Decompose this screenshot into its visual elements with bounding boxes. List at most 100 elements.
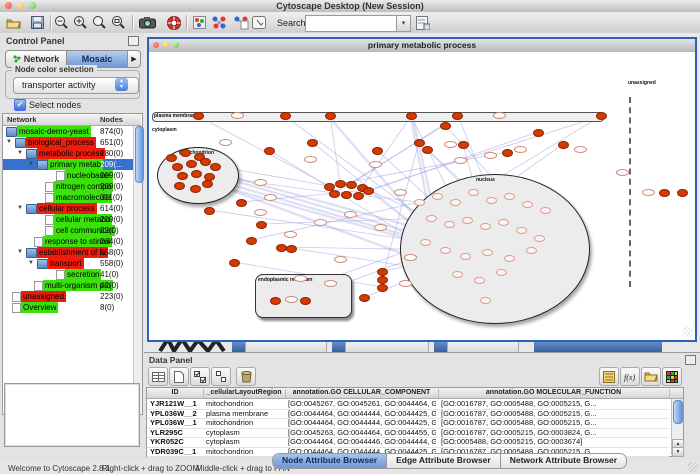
network-node-selected[interactable] xyxy=(204,207,215,215)
network-node-selected[interactable] xyxy=(246,237,257,245)
network-node-unselected[interactable] xyxy=(496,269,507,276)
network-node-unselected[interactable] xyxy=(574,146,587,153)
network-node-selected[interactable] xyxy=(280,112,291,120)
network-node-unselected[interactable] xyxy=(426,215,437,222)
float-panel-icon[interactable] xyxy=(685,355,696,365)
tree-row[interactable]: unassigned223(0) xyxy=(3,291,133,302)
dropdown-stepper-icon[interactable]: ▲▼ xyxy=(115,78,128,91)
network-node-selected[interactable] xyxy=(329,190,340,198)
network-node-unselected[interactable] xyxy=(486,197,497,204)
network-node-unselected[interactable] xyxy=(374,224,387,231)
network-node-selected[interactable] xyxy=(558,141,569,149)
network-node-unselected[interactable] xyxy=(450,199,461,206)
network-node-unselected[interactable] xyxy=(452,271,463,278)
network-node-unselected[interactable] xyxy=(420,239,431,246)
select-attributes-icon[interactable] xyxy=(148,367,168,386)
network-node-unselected[interactable] xyxy=(314,219,327,226)
network-node-unselected[interactable] xyxy=(484,152,497,159)
network-node-selected[interactable] xyxy=(359,294,370,302)
network-node-selected[interactable] xyxy=(377,276,388,284)
tree-expand-arrow-icon[interactable]: ▼ xyxy=(28,260,34,266)
vizmapper-icon[interactable] xyxy=(190,14,208,31)
tree-row[interactable]: cellular metabo209(0) xyxy=(3,214,133,225)
network-node-unselected[interactable] xyxy=(504,193,515,200)
network-node-selected[interactable] xyxy=(229,259,240,267)
network-node-unselected[interactable] xyxy=(444,221,455,228)
network-node-unselected[interactable] xyxy=(284,231,297,238)
network-node-selected[interactable] xyxy=(533,129,544,137)
network-node-unselected[interactable] xyxy=(642,189,655,196)
tab-overflow-arrow[interactable]: ▶ xyxy=(128,51,140,67)
zoom-selected-icon[interactable] xyxy=(90,14,108,31)
tree-scrollbar-thumb[interactable] xyxy=(135,126,144,183)
tree-row[interactable]: ▼cellular process614(0) xyxy=(3,203,133,214)
function-builder-icon[interactable]: f(x) xyxy=(620,367,640,386)
network-frame-titlebar[interactable]: primary metabolic process xyxy=(149,39,695,53)
network-node-selected[interactable] xyxy=(377,268,388,276)
network-node-selected[interactable] xyxy=(202,180,213,188)
tree-row[interactable]: ▼transport558(0) xyxy=(3,258,133,269)
table-column-header[interactable]: ID xyxy=(147,389,204,398)
network-node-unselected[interactable] xyxy=(534,235,545,242)
tree-row[interactable]: Overview8(0) xyxy=(3,302,133,313)
window-resize-grip[interactable] xyxy=(688,462,698,472)
attribute-table-header[interactable]: ID_cellularLayoutRegionannotation.GO CEL… xyxy=(147,388,683,399)
network-node-selected[interactable] xyxy=(325,112,336,120)
network-node-unselected[interactable] xyxy=(294,275,307,282)
network-node-unselected[interactable] xyxy=(334,256,347,263)
network-node-unselected[interactable] xyxy=(540,207,551,214)
network-node-unselected[interactable] xyxy=(460,253,471,260)
network-node-selected[interactable] xyxy=(270,297,281,305)
network-node-unselected[interactable] xyxy=(254,179,267,186)
network-node-unselected[interactable] xyxy=(285,296,298,303)
scroll-down-arrow[interactable]: ▼ xyxy=(672,447,684,457)
network-node-selected[interactable] xyxy=(502,149,513,157)
network-node-unselected[interactable] xyxy=(440,247,451,254)
tree-row[interactable]: ▼biological_process651(0) xyxy=(3,137,133,148)
network-node-selected[interactable] xyxy=(363,187,374,195)
tree-row[interactable]: mosaic-demo-yeast874(0) xyxy=(3,126,133,137)
tree-row[interactable]: response to stimul264(0) xyxy=(3,236,133,247)
tree-expand-arrow-icon[interactable]: ▼ xyxy=(6,139,12,145)
network-node-unselected[interactable] xyxy=(480,223,491,230)
table-column-header[interactable]: _cellularLayoutRegion xyxy=(203,389,286,398)
delete-attribute-trash-icon[interactable] xyxy=(236,367,256,386)
network-node-selected[interactable] xyxy=(377,284,388,292)
attribute-list-icon[interactable] xyxy=(599,367,619,386)
network-node-selected[interactable] xyxy=(440,122,451,130)
network-canvas[interactable]: plasma membranecytoplasmmitochondrionnuc… xyxy=(149,52,695,338)
network-node-selected[interactable] xyxy=(458,141,469,149)
tree-row[interactable]: ▼establishment of lo558(0) xyxy=(3,247,133,258)
network-node-unselected[interactable] xyxy=(369,161,382,168)
network-node-selected[interactable] xyxy=(341,191,352,199)
edit-network-2-icon[interactable] xyxy=(232,14,250,31)
float-panel-icon[interactable] xyxy=(128,36,139,46)
network-node-selected[interactable] xyxy=(172,163,183,171)
network-node-unselected[interactable] xyxy=(404,254,417,261)
heatmap-icon[interactable] xyxy=(662,367,682,386)
network-node-selected[interactable] xyxy=(256,221,267,229)
network-node-selected[interactable] xyxy=(190,185,201,193)
network-node-unselected[interactable] xyxy=(344,211,357,218)
search-dropdown-arrow[interactable]: ▾ xyxy=(396,15,411,32)
network-node-selected[interactable] xyxy=(353,192,364,200)
table-scrollbar-thumb[interactable] xyxy=(673,400,683,424)
network-view-frame[interactable]: primary metabolic process plasma membran… xyxy=(147,37,697,342)
network-node-selected[interactable] xyxy=(166,154,177,162)
help-lifebuoy-icon[interactable] xyxy=(165,14,183,31)
network-node-unselected[interactable] xyxy=(219,139,232,146)
edit-network-1-icon[interactable] xyxy=(210,14,228,31)
select-nodes-checkbox[interactable]: ✓ xyxy=(14,99,26,111)
network-node-unselected[interactable] xyxy=(444,141,457,148)
network-node-unselected[interactable] xyxy=(432,193,443,200)
network-node-unselected[interactable] xyxy=(493,112,506,119)
network-node-selected[interactable] xyxy=(174,182,185,190)
unselect-all-attributes-icon[interactable] xyxy=(211,367,231,386)
tree-row[interactable]: cell communicat22(0) xyxy=(3,225,133,236)
tree-row[interactable]: ▼metabolic process280(0) xyxy=(3,148,133,159)
network-node-unselected[interactable] xyxy=(498,219,509,226)
network-node-unselected[interactable] xyxy=(516,227,527,234)
network-node-selected[interactable] xyxy=(177,172,188,180)
tree-scrollbar[interactable] xyxy=(133,126,142,413)
create-attribute-icon[interactable] xyxy=(169,367,189,386)
